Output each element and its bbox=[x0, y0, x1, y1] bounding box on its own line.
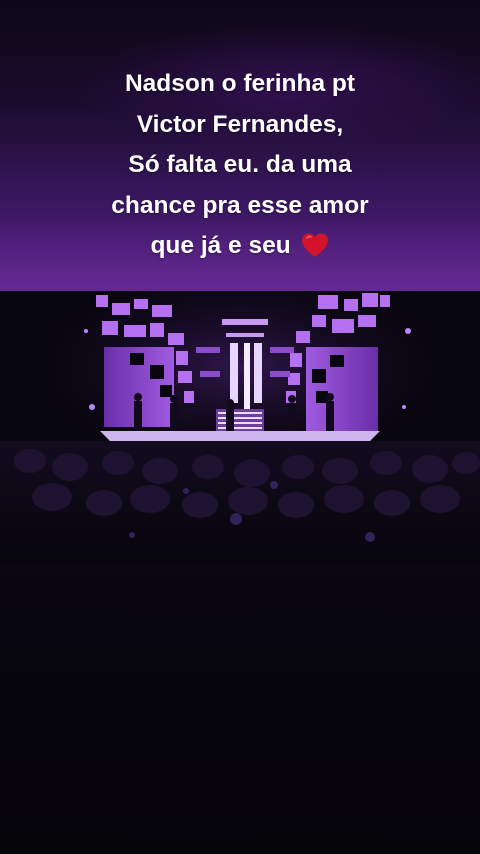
empty-lower-area bbox=[0, 561, 480, 854]
caption-line-4: chance pra esse amor bbox=[111, 191, 369, 219]
story-screen: Nadson o ferinha pt Victor Fernandes, Só… bbox=[0, 0, 480, 854]
caption-line-5-text: que já e seu bbox=[150, 232, 291, 259]
caption-backdrop: Nadson o ferinha pt Victor Fernandes, Só… bbox=[0, 0, 480, 291]
caption-line-2: Victor Fernandes, bbox=[136, 110, 344, 138]
caption-text: Nadson o ferinha pt Victor Fernandes, Só… bbox=[0, 64, 480, 267]
caption-line-3: Só falta eu. da uma bbox=[128, 151, 352, 178]
caption-line-5: que já e seu bbox=[0, 226, 480, 267]
video-frame[interactable] bbox=[0, 291, 480, 561]
heart-emoji-icon bbox=[301, 233, 328, 257]
caption-line-1: Nadson o ferinha pt bbox=[124, 70, 356, 97]
concert-stage-scene bbox=[0, 291, 480, 561]
